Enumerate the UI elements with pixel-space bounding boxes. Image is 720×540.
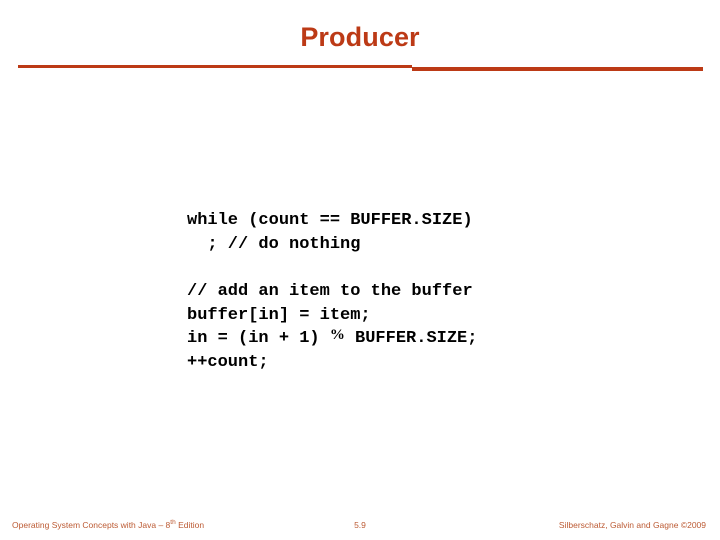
code-line: // add an item to the buffer [187, 282, 473, 301]
code-fragment: in = (in + 1) [187, 329, 330, 348]
code-line: ++count; [187, 352, 269, 372]
code-block-wait-loop: while (count == BUFFER.SIZE) ; // do not… [187, 209, 607, 256]
title-divider-left-segment [18, 65, 412, 68]
slide-footer: Operating System Concepts with Java – 8t… [0, 510, 720, 540]
modulo-operator: % [329, 327, 345, 343]
slide: Producer while (count == BUFFER.SIZE) ; … [0, 0, 720, 540]
code-line: buffer[in] = item; [187, 305, 371, 325]
code-fragment: BUFFER.SIZE; [344, 329, 478, 348]
page-title: Producer [300, 22, 420, 52]
code-line: in = (in + 1) % BUFFER.SIZE; [187, 327, 478, 348]
code-content: while (count == BUFFER.SIZE) ; // do not… [187, 192, 607, 391]
title-divider [0, 60, 720, 74]
code-line: ; // do nothing [187, 234, 361, 254]
title-divider-right-segment [412, 67, 703, 71]
code-line: while (count == BUFFER.SIZE) [187, 211, 473, 230]
code-block-add-item: // add an item to the buffer buffer[in] … [187, 280, 607, 374]
footer-copyright: Silberschatz, Galvin and Gagne ©2009 [558, 520, 706, 530]
